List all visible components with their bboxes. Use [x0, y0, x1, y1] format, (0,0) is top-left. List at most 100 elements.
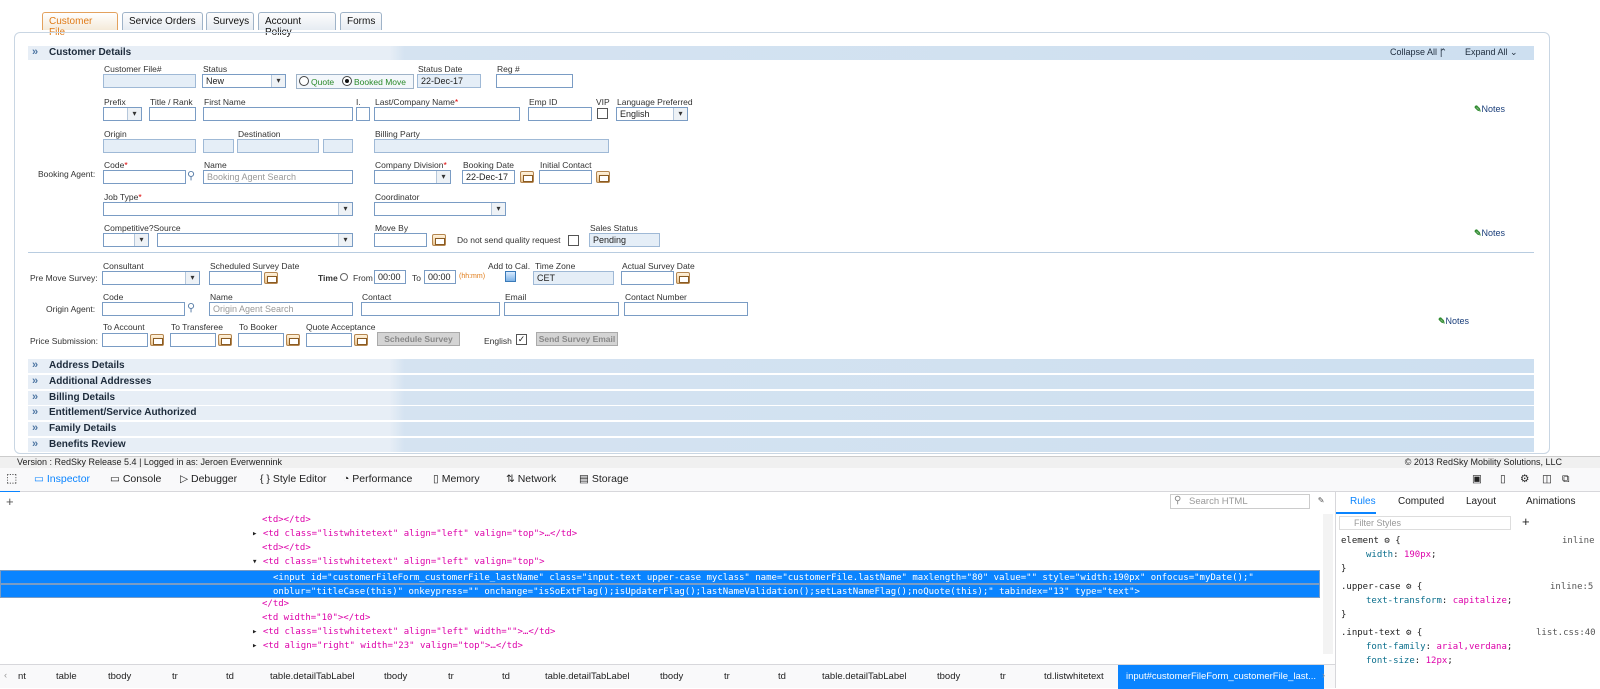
job-type-select[interactable]: ▾	[103, 202, 353, 216]
breadcrumb-item[interactable]: tbody	[384, 671, 407, 682]
tab-surveys[interactable]: Surveys	[206, 12, 254, 30]
booking-date-input[interactable]: 22-Dec-17	[462, 170, 515, 184]
calendar-icon[interactable]	[596, 171, 610, 183]
section-benefits-review[interactable]: » Benefits Review	[28, 438, 1534, 452]
settings-gear-icon[interactable]: ⚙	[1520, 473, 1529, 485]
actual-date-input[interactable]	[621, 271, 674, 285]
billing-party-input[interactable]	[374, 139, 609, 153]
section-additional-addresses[interactable]: » Additional Addresses	[28, 375, 1534, 389]
add-calendar-icon[interactable]	[505, 271, 516, 282]
language-select[interactable]: English ▾	[616, 107, 688, 121]
company-division-select[interactable]: ▾	[374, 170, 451, 184]
breadcrumb-item[interactable]: td	[502, 671, 510, 682]
tab-memory[interactable]: ▯ Memory	[433, 473, 480, 485]
quote-radio[interactable]	[299, 76, 309, 86]
add-node-icon[interactable]: +	[6, 494, 14, 509]
rule-declaration[interactable]: font-size: 12px;	[1366, 656, 1453, 666]
first-name-input[interactable]	[203, 107, 353, 121]
booking-agent-name-input[interactable]: Booking Agent Search	[203, 170, 353, 184]
calendar-icon[interactable]	[286, 334, 300, 346]
sales-status-input[interactable]: Pending	[589, 233, 660, 247]
email-input[interactable]	[504, 302, 619, 316]
breadcrumb-item[interactable]: tbody	[108, 671, 131, 682]
tab-console[interactable]: ▭ Console	[110, 473, 161, 485]
scheduled-date-input[interactable]	[209, 271, 262, 285]
to-account-input[interactable]	[102, 333, 148, 347]
emp-id-input[interactable]	[528, 107, 592, 121]
popout-icon[interactable]: ⧉	[1562, 473, 1570, 486]
breadcrumb-item[interactable]: table	[56, 671, 77, 682]
breadcrumb-item[interactable]: table.detailTabLabel	[270, 671, 355, 682]
booked-move-radio[interactable]	[342, 76, 352, 86]
tab-debugger[interactable]: ▷ Debugger	[180, 473, 237, 485]
initial-contact-input[interactable]	[539, 170, 592, 184]
breadcrumb-item[interactable]: tr	[448, 671, 454, 682]
search-html-input[interactable]: Search HTML	[1170, 494, 1310, 509]
dock-icon[interactable]: ▣	[1472, 473, 1482, 485]
notes-link-2[interactable]: ✎Notes	[1474, 228, 1505, 239]
add-rule-icon[interactable]: +	[1522, 514, 1530, 529]
status-select[interactable]: New ▾	[202, 74, 286, 88]
split-icon[interactable]: ◫	[1542, 473, 1552, 485]
origin-agent-code-input[interactable]	[102, 302, 185, 316]
code-line[interactable]: <td></td>	[0, 542, 1320, 555]
status-date-input[interactable]: 22-Dec-17	[417, 74, 481, 88]
rule-declaration[interactable]: font-family: arial,verdana;	[1366, 642, 1512, 652]
breadcrumb-item[interactable]: table.detailTabLabel	[545, 671, 630, 682]
initial-input[interactable]	[356, 107, 370, 121]
section-family-details[interactable]: » Family Details	[28, 422, 1534, 436]
calendar-icon[interactable]	[432, 234, 446, 246]
calendar-icon[interactable]	[264, 272, 278, 284]
breadcrumb-item[interactable]: tr	[724, 671, 730, 682]
tab-rules[interactable]: Rules	[1350, 496, 1376, 507]
code-line[interactable]: <td width="10"></td>	[0, 612, 1320, 625]
coordinator-select[interactable]: ▾	[374, 202, 506, 216]
vip-checkbox[interactable]	[597, 108, 608, 119]
rule-declaration[interactable]: width: 190px;	[1366, 550, 1436, 560]
code-line-selected[interactable]: <input id="customerFileForm_customerFile…	[0, 570, 1320, 584]
code-line[interactable]: <td></td>	[0, 514, 1320, 527]
code-line[interactable]: ▸ <td align="right" width="23" valign="t…	[0, 640, 1320, 653]
section-entitlement[interactable]: » Entitlement/Service Authorized	[28, 406, 1534, 420]
tab-performance[interactable]: ◔ Performance	[343, 473, 412, 485]
breadcrumb-item[interactable]: td	[778, 671, 786, 682]
tab-storage[interactable]: ▤ Storage	[579, 473, 629, 485]
destination-input[interactable]	[237, 139, 319, 153]
notes-link-1[interactable]: ✎Notes	[1474, 104, 1505, 115]
breadcrumb-item[interactable]: td	[226, 671, 234, 682]
source-select[interactable]: ▾	[157, 233, 353, 247]
eyedropper-icon[interactable]: ✎	[1318, 495, 1324, 506]
quote-acceptance-input[interactable]	[306, 333, 352, 347]
rule-source[interactable]: inline:5	[1550, 582, 1593, 592]
timezone-input[interactable]: CET	[533, 271, 614, 285]
scroll-right-icon[interactable]: ›	[1322, 670, 1325, 681]
expand-all-link[interactable]: Expand All ⌄	[1465, 47, 1518, 58]
last-name-input[interactable]	[374, 107, 520, 121]
to-transferee-input[interactable]	[170, 333, 216, 347]
notes-link-3[interactable]: ✎Notes	[1438, 316, 1469, 327]
quality-request-checkbox[interactable]	[568, 235, 579, 246]
code-line[interactable]: ▾ <td class="listwhitetext" align="left"…	[0, 556, 1320, 569]
rule-source[interactable]: list.css:40	[1536, 628, 1596, 638]
origin-input[interactable]	[103, 139, 196, 153]
prefix-select[interactable]: ▾	[103, 107, 142, 121]
breadcrumb-item[interactable]: td.listwhitetext	[1044, 671, 1104, 682]
customer-file-input[interactable]	[103, 74, 196, 88]
element-picker-icon[interactable]: ⬚	[6, 471, 17, 485]
to-booker-input[interactable]	[238, 333, 284, 347]
code-line[interactable]: </td>	[0, 598, 1320, 611]
send-survey-email-button[interactable]: Send Survey Email	[536, 332, 618, 346]
destination-country-input[interactable]	[323, 139, 353, 153]
customer-details-header[interactable]: » Customer Details	[28, 46, 1534, 60]
breadcrumb-item[interactable]: tbody	[660, 671, 683, 682]
origin-country-input[interactable]	[203, 139, 234, 153]
responsive-icon[interactable]: ▯	[1500, 473, 1506, 485]
from-time-input[interactable]: 00:00	[374, 270, 406, 284]
calendar-icon[interactable]	[218, 334, 232, 346]
tab-customer-file[interactable]: Customer File	[42, 12, 118, 38]
move-by-input[interactable]	[374, 233, 427, 247]
search-icon[interactable]: ⚲	[187, 301, 195, 314]
contact-number-input[interactable]	[624, 302, 748, 316]
schedule-survey-button[interactable]: Schedule Survey	[377, 332, 460, 346]
tab-animations[interactable]: Animations	[1526, 496, 1575, 507]
